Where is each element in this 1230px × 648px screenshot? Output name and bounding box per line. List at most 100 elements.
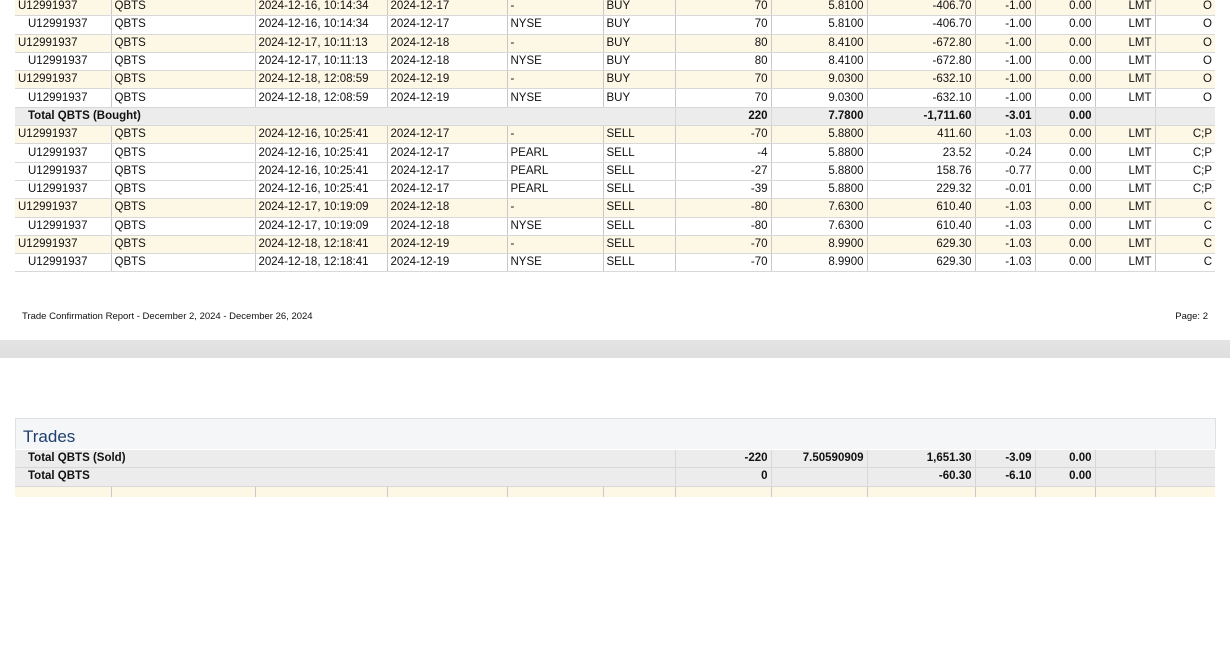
cell-fee: 0.00 <box>1035 234 1096 255</box>
cell-symbol: QBTS <box>111 52 256 72</box>
cell-account: U12991937 <box>15 52 112 72</box>
cell-settle-date: 2024-12-17 <box>387 162 508 181</box>
cell-trade-datetime: 2024-12-17, 10:19:09 <box>255 217 388 236</box>
cell-account: U12991937 <box>15 217 112 236</box>
trade-row: U12991937 QBTS 2024-12-16, 10:25:41 2024-12… <box>15 125 1215 145</box>
cell-code: O <box>1155 15 1215 35</box>
cell-exchange: NYSE <box>507 253 604 273</box>
cell-order-type: LMT <box>1095 15 1156 35</box>
execution-row: U12991937 QBTS 2024-12-18, 12:18:41 2024-12… <box>15 253 1215 273</box>
execution-row: U12991937 QBTS 2024-12-18, 12:08:59 2024-12… <box>15 88 1215 108</box>
cell-account: U12991937 <box>15 15 112 35</box>
cell-commission: -0.24 <box>975 143 1036 163</box>
cell-order-type: LMT <box>1095 33 1156 53</box>
cell-price: 9.0300 <box>771 88 868 108</box>
trade-row <box>15 486 1216 497</box>
cell-quantity: -39 <box>675 180 772 200</box>
cell-exchange <box>507 486 604 497</box>
cell-settle-date: 2024-12-18 <box>387 52 508 72</box>
cell-code: C;P <box>1155 143 1215 163</box>
cell-commission: -1.00 <box>975 52 1036 72</box>
cell-commission: -1.00 <box>975 33 1036 53</box>
cell-settle-date <box>387 486 508 497</box>
total-label: Total QBTS <box>15 467 676 487</box>
cell-fee: 0.00 <box>1035 467 1096 487</box>
cell-code <box>1155 450 1216 469</box>
cell-price: 7.6300 <box>771 217 868 236</box>
cell-quantity: 80 <box>675 33 772 53</box>
cell-type: BUY <box>603 70 676 90</box>
cell-quantity: -27 <box>675 162 772 181</box>
cell-fee: 0.00 <box>1035 143 1096 163</box>
cell-code: O <box>1155 33 1215 53</box>
cell-exchange: - <box>507 125 604 145</box>
cell-order-type: LMT <box>1095 0 1156 17</box>
cell-account: U12991937 <box>15 0 112 17</box>
cell-commission: -6.10 <box>975 467 1036 487</box>
execution-row: U12991937 QBTS 2024-12-16, 10:25:41 2024-12… <box>15 143 1215 163</box>
cell-order-type: LMT <box>1095 70 1156 90</box>
cell-type: BUY <box>603 33 676 53</box>
cell-fee: 0.00 <box>1035 125 1096 145</box>
cell-order-type: LMT <box>1095 52 1156 72</box>
cell-fee: 0.00 <box>1035 253 1096 273</box>
cell-trade-datetime <box>255 486 388 497</box>
cell-proceeds: -632.10 <box>867 70 976 90</box>
cell-account: U12991937 <box>15 198 112 218</box>
cell-price: 5.8100 <box>771 0 868 17</box>
cell-symbol: QBTS <box>111 33 256 53</box>
cell-trade-datetime: 2024-12-17, 10:11:13 <box>255 52 388 72</box>
cell-trade-datetime: 2024-12-16, 10:14:34 <box>255 0 388 17</box>
cell-order-type <box>1095 486 1156 497</box>
cell-quantity: -70 <box>675 253 772 273</box>
cell-order-type: LMT <box>1095 253 1156 273</box>
cell-commission <box>975 486 1036 497</box>
cell-exchange: PEARL <box>507 162 604 181</box>
cell-settle-date: 2024-12-18 <box>387 217 508 236</box>
cell-exchange: NYSE <box>507 52 604 72</box>
cell-symbol <box>111 486 256 497</box>
cell-proceeds: 629.30 <box>867 253 976 273</box>
cell-settle-date: 2024-12-17 <box>387 143 508 163</box>
cell-price: 5.8100 <box>771 15 868 35</box>
cell-account: U12991937 <box>15 180 112 200</box>
cell-symbol: QBTS <box>111 162 256 181</box>
cell-settle-date: 2024-12-19 <box>387 88 508 108</box>
cell-commission: -1.03 <box>975 198 1036 218</box>
cell-symbol: QBTS <box>111 180 256 200</box>
cell-exchange: PEARL <box>507 180 604 200</box>
cell-type: BUY <box>603 88 676 108</box>
cell-symbol: QBTS <box>111 0 256 17</box>
cell-fee: 0.00 <box>1035 33 1096 53</box>
cell-proceeds: -672.80 <box>867 52 976 72</box>
cell-type: SELL <box>603 125 676 145</box>
cell-fee: 0.00 <box>1035 0 1096 17</box>
cell-proceeds: -60.30 <box>867 467 976 487</box>
total-label: Total QBTS (Bought) <box>15 107 676 127</box>
cell-fee: 0.00 <box>1035 217 1096 236</box>
execution-row: U12991937 QBTS 2024-12-16, 10:14:34 2024-12… <box>15 15 1215 35</box>
cell-code <box>1155 486 1216 497</box>
cell-quantity: 70 <box>675 0 772 17</box>
cell-proceeds: 23.52 <box>867 143 976 163</box>
cell-code: O <box>1155 88 1215 108</box>
execution-row: U12991937 QBTS 2024-12-17, 10:11:13 2024-12… <box>15 52 1215 72</box>
cell-account: U12991937 <box>15 33 112 53</box>
cell-settle-date: 2024-12-17 <box>387 0 508 17</box>
cell-price: 5.8800 <box>771 143 868 163</box>
cell-trade-datetime: 2024-12-16, 10:25:41 <box>255 125 388 145</box>
trades-table: U12991937 QBTS 2024-12-16, 10:14:34 2024-12… <box>15 0 1215 273</box>
total-row: Total QBTS (Bought) 220 7.7800 -1,711.60 -3.… <box>15 107 1215 127</box>
cell-order-type: LMT <box>1095 234 1156 255</box>
cell-code: O <box>1155 52 1215 72</box>
cell-code: C;P <box>1155 125 1215 145</box>
cell-order-type: LMT <box>1095 88 1156 108</box>
cell-code <box>1155 467 1216 487</box>
cell-quantity: -70 <box>675 234 772 255</box>
cell-quantity: 70 <box>675 70 772 90</box>
cell-order-type: LMT <box>1095 198 1156 218</box>
cell-proceeds <box>867 486 976 497</box>
trade-row: U12991937 QBTS 2024-12-17, 10:11:13 2024-12… <box>15 33 1215 53</box>
cell-quantity: 70 <box>675 88 772 108</box>
cell-price: 5.8800 <box>771 180 868 200</box>
